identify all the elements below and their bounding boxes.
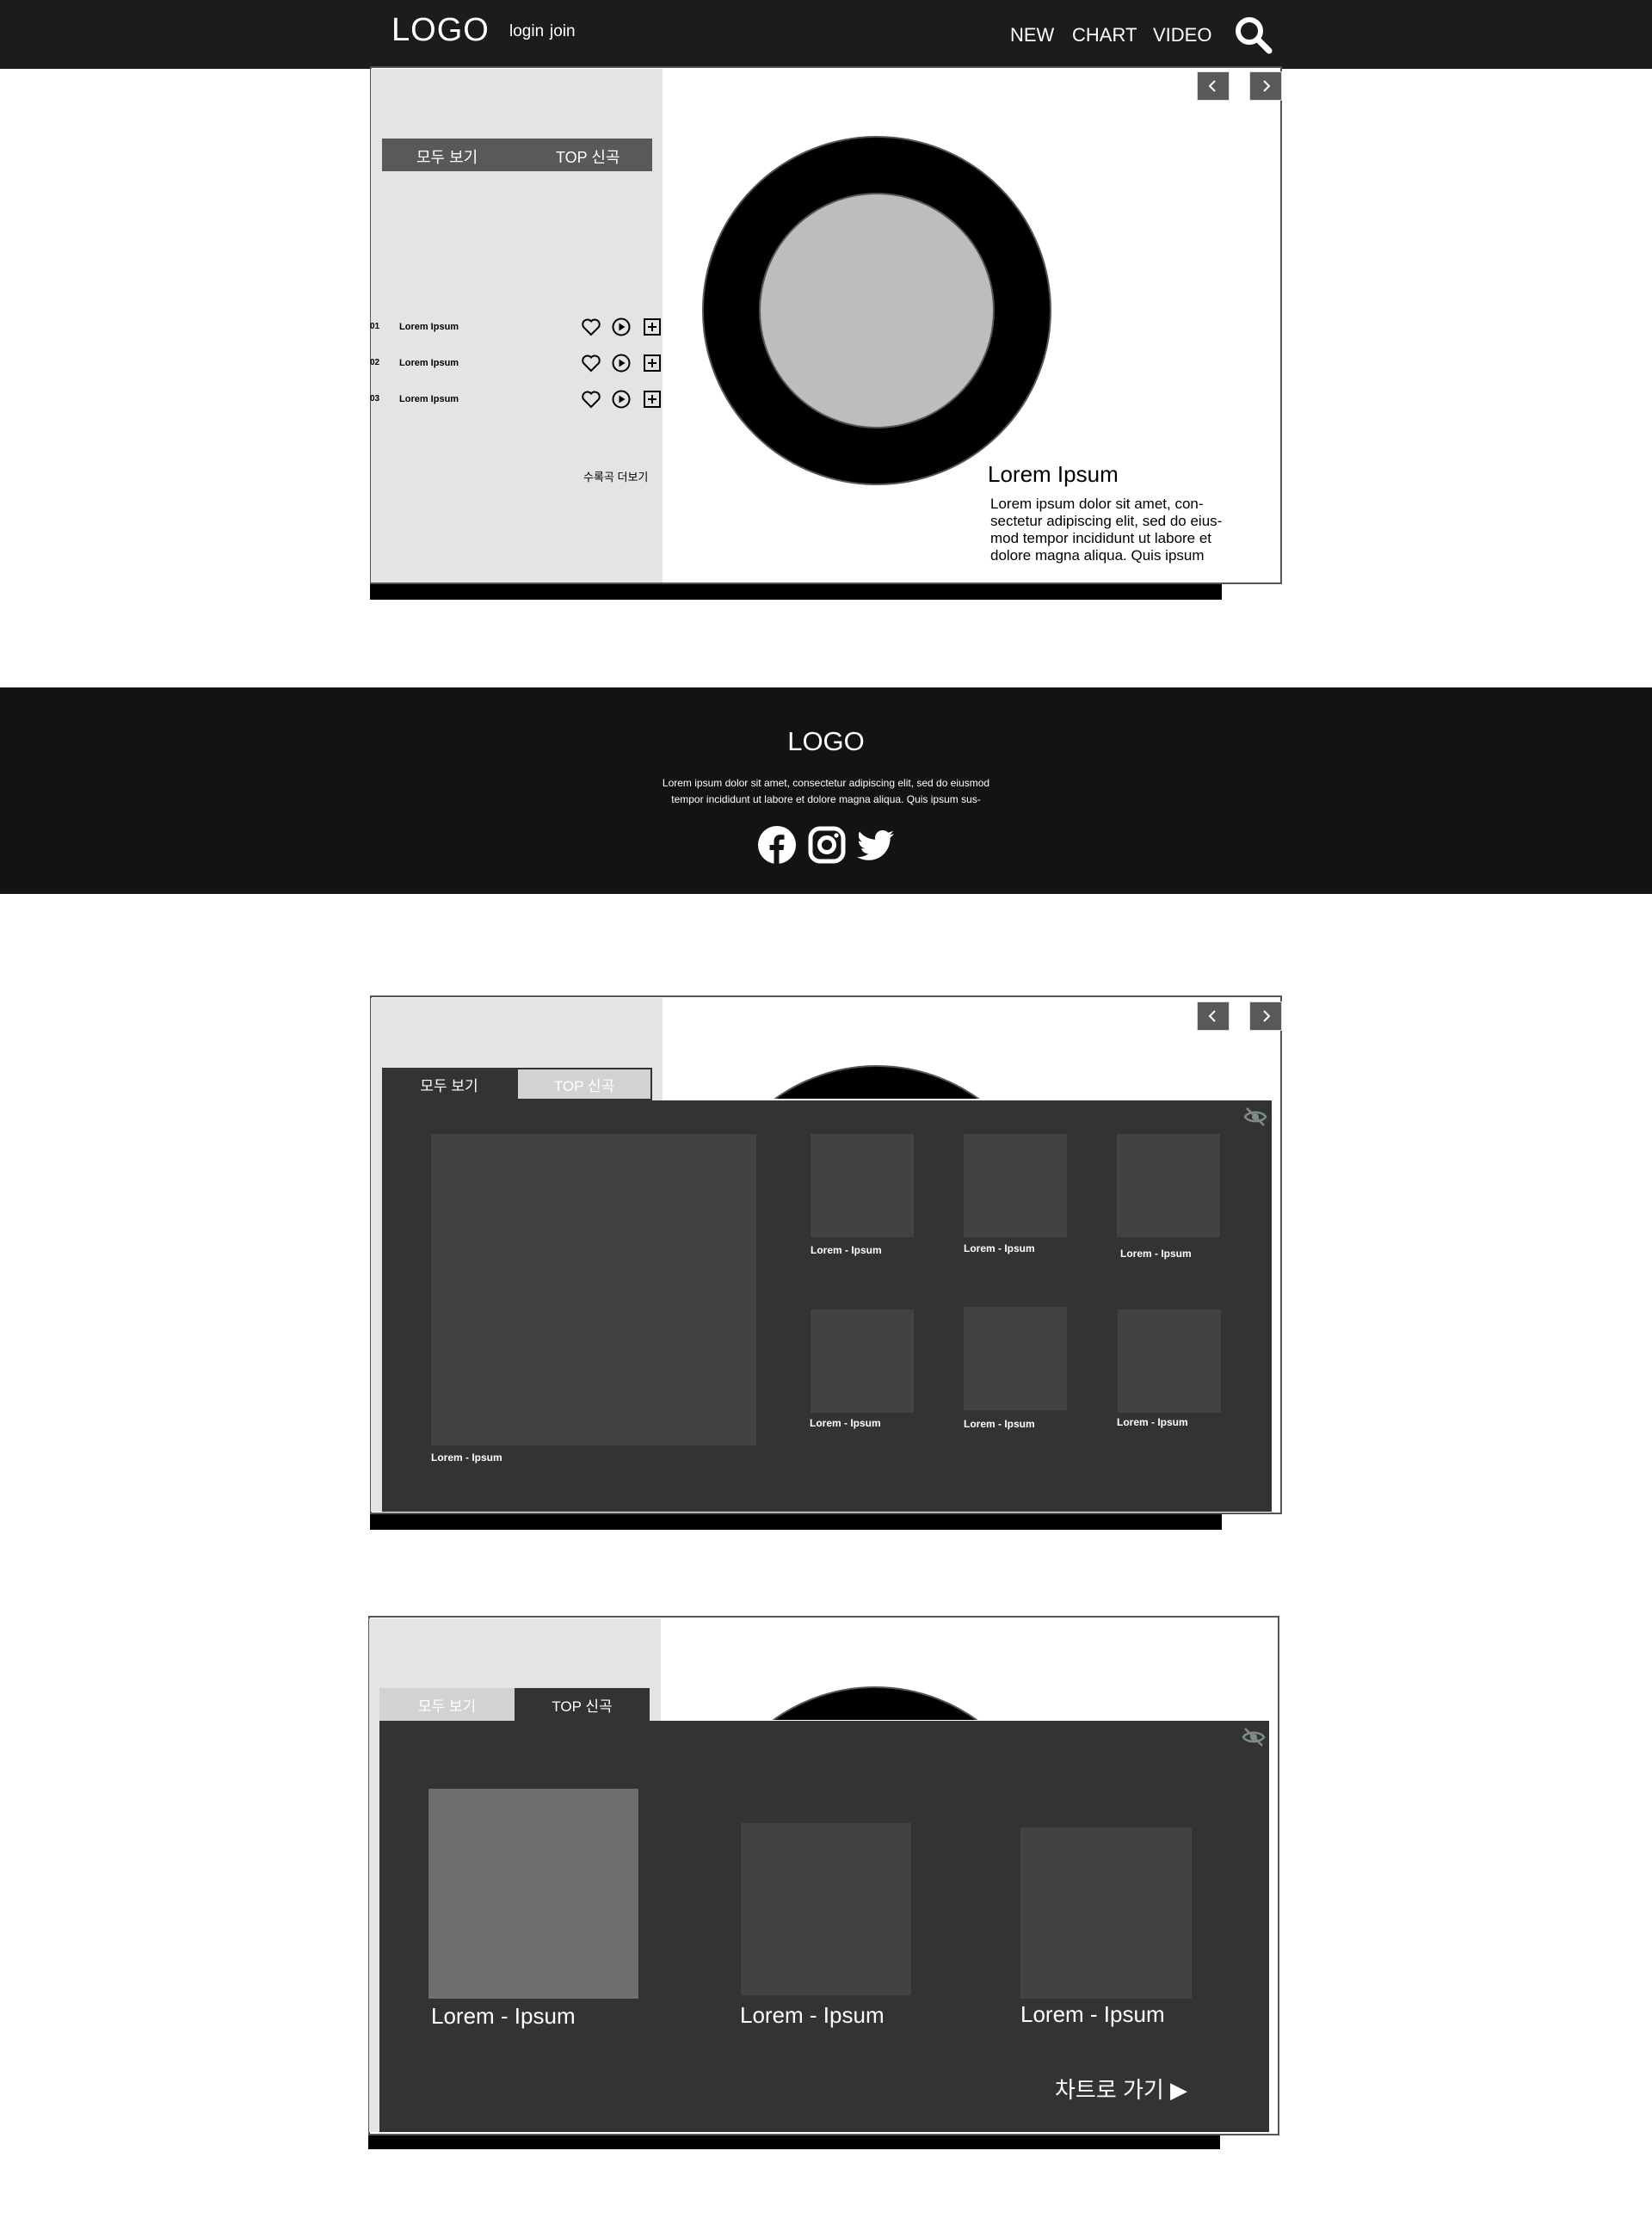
top-caption: Lorem - Ipsum <box>431 2003 576 2029</box>
album-description-line: mod tempor incididunt ut labore et <box>990 530 1212 546</box>
chevron-right-icon <box>1263 1010 1271 1022</box>
chevron-left-icon <box>1208 1010 1216 1022</box>
plus-box-icon[interactable] <box>642 389 663 410</box>
heart-icon[interactable] <box>581 317 601 337</box>
player-tab-bar: 모두 보기 TOP 신곡 <box>382 139 652 171</box>
more-tracks-link[interactable]: 수록곡 더보기 <box>583 468 648 484</box>
grid-caption: Lorem - Ipsum <box>1120 1248 1192 1260</box>
grid-caption: Lorem - Ipsum <box>964 1242 1035 1254</box>
song-row[interactable]: 01 Lorem Ipsum <box>370 315 663 341</box>
album-description-line: dolore magna aliqua. Quis ipsum <box>990 547 1205 564</box>
next-button[interactable] <box>1249 1001 1282 1031</box>
go-to-chart-link[interactable]: 차트로 가기 ▶ <box>1055 2073 1187 2105</box>
song-title: Lorem Ipsum <box>399 322 459 332</box>
eye-off-icon[interactable] <box>1242 1105 1268 1129</box>
tab-all-view[interactable]: 모두 보기 <box>416 145 478 168</box>
tab-top-new[interactable]: TOP 신곡 <box>516 1068 652 1100</box>
song-title: Lorem Ipsum <box>399 358 459 368</box>
plus-box-icon[interactable] <box>642 353 663 373</box>
album-disc <box>772 1686 978 1720</box>
feature-thumbnail[interactable] <box>431 1134 756 1445</box>
nav-chart[interactable]: CHART <box>1072 24 1137 46</box>
search-icon[interactable] <box>1232 14 1273 55</box>
top-thumbnail[interactable] <box>741 1823 911 1995</box>
login-link[interactable]: login <box>509 22 544 41</box>
grid-caption: Lorem - Ipsum <box>811 1244 882 1256</box>
tab-all-view[interactable]: 모두 보기 <box>379 1688 515 1721</box>
next-button[interactable] <box>1249 71 1282 101</box>
tab-top-new[interactable]: TOP 신곡 <box>515 1688 650 1721</box>
eye-off-icon[interactable] <box>1241 1725 1267 1749</box>
tab-all-view[interactable]: 모두 보기 <box>382 1068 516 1100</box>
nav-new[interactable]: NEW <box>1010 24 1054 46</box>
grid-thumbnail[interactable] <box>964 1134 1067 1237</box>
grid-caption: Lorem - Ipsum <box>964 1418 1035 1430</box>
grid-thumbnail[interactable] <box>1118 1310 1221 1413</box>
heart-icon[interactable] <box>581 353 601 373</box>
footer-text-line: tempor incididunt ut labore et dolore ma… <box>671 793 981 805</box>
play-icon[interactable] <box>611 317 632 337</box>
header-logo[interactable]: LOGO <box>391 12 490 49</box>
twitter-icon[interactable] <box>856 825 896 865</box>
album-description: Lorem ipsum dolor sit amet, con- sectetu… <box>990 496 1257 564</box>
footer: LOGO Lorem ipsum dolor sit amet, consect… <box>0 687 1652 894</box>
top-thumbnail[interactable] <box>428 1789 638 1999</box>
song-number: 01 <box>370 322 380 331</box>
top-thumbnail[interactable] <box>1020 1827 1192 1999</box>
album-title: Lorem Ipsum <box>988 461 1119 487</box>
grid-thumbnail[interactable] <box>811 1134 914 1237</box>
prev-button[interactable] <box>1197 1001 1230 1031</box>
play-icon[interactable] <box>611 389 632 410</box>
album-description-line: Lorem ipsum dolor sit amet, con- <box>990 496 1204 512</box>
grid-thumbnail[interactable] <box>964 1307 1067 1410</box>
album-disc <box>702 136 1051 485</box>
song-title: Lorem Ipsum <box>399 394 459 404</box>
chevron-left-icon <box>1208 80 1216 92</box>
grid-caption: Lorem - Ipsum <box>1117 1416 1188 1428</box>
album-description-line: sectetur adipiscing elit, sed do eius- <box>990 513 1223 529</box>
facebook-icon[interactable] <box>757 825 797 865</box>
song-row[interactable]: 03 Lorem Ipsum <box>370 387 663 413</box>
feature-caption: Lorem - Ipsum <box>431 1451 502 1464</box>
grid-thumbnail[interactable] <box>1117 1134 1220 1237</box>
footer-logo: LOGO <box>787 726 865 756</box>
grid-caption: Lorem - Ipsum <box>810 1417 881 1429</box>
tab-top-new[interactable]: TOP 신곡 <box>556 145 620 168</box>
top-caption: Lorem - Ipsum <box>740 2002 885 2028</box>
top-header: LOGO login join NEW CHART VIDEO <box>0 0 1652 69</box>
play-icon[interactable] <box>611 353 632 373</box>
instagram-icon[interactable] <box>807 825 847 865</box>
song-row[interactable]: 02 Lorem Ipsum <box>370 351 663 377</box>
top-caption: Lorem - Ipsum <box>1020 2001 1165 2027</box>
album-disc <box>774 1065 980 1099</box>
song-number: 03 <box>370 394 380 404</box>
nav-video[interactable]: VIDEO <box>1153 24 1211 46</box>
prev-button[interactable] <box>1197 71 1230 101</box>
plus-box-icon[interactable] <box>642 317 663 337</box>
footer-text-line: Lorem ipsum dolor sit amet, consectetur … <box>662 777 990 789</box>
grid-thumbnail[interactable] <box>811 1310 914 1413</box>
chevron-right-icon <box>1263 80 1271 92</box>
song-number: 02 <box>370 358 380 367</box>
heart-icon[interactable] <box>581 389 601 410</box>
join-link[interactable]: join <box>550 22 576 41</box>
